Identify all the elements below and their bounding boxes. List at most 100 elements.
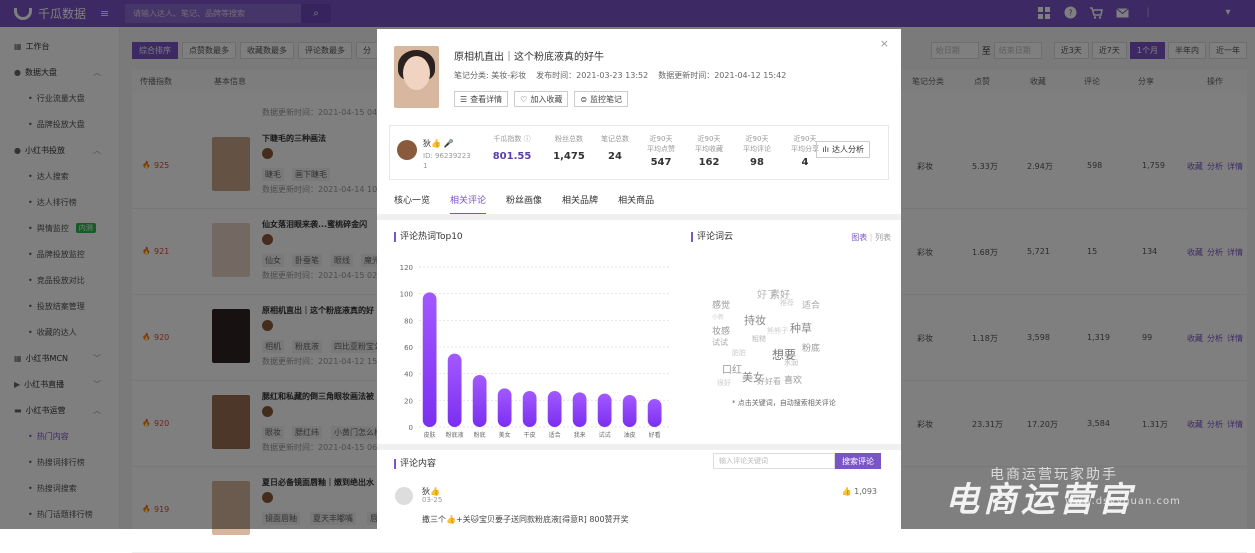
stat-label: 近90天 平均点赞 xyxy=(640,134,682,154)
y-tick-label: 80 xyxy=(404,317,413,325)
cloud-word[interactable]: 粗糙 xyxy=(752,334,766,344)
stat-value: 4 xyxy=(784,158,826,168)
cloud-word[interactable]: 小新 xyxy=(712,312,724,321)
detail-tab[interactable]: 相关评论 xyxy=(450,193,486,215)
bar[interactable] xyxy=(623,395,637,427)
author-stat: 笔记总数24 xyxy=(594,134,636,162)
cloud-word[interactable]: 好好看 xyxy=(757,376,781,387)
x-tick-label: 好看 xyxy=(649,431,661,439)
comment-date: 03-25 xyxy=(422,496,442,504)
cloud-word[interactable]: 粉底 xyxy=(802,341,820,354)
search-comments-button[interactable]: 搜索评论 xyxy=(835,453,881,469)
stat-value: 547 xyxy=(640,158,682,168)
note-detail-modal: × 原相机直出｜这个粉底液真的好牛 笔记分类: 美妆-彩妆 发布时间：2021-… xyxy=(377,29,901,529)
bar[interactable] xyxy=(548,391,562,427)
author-stat: 近90天 平均点赞 547 xyxy=(640,134,682,168)
bar[interactable] xyxy=(523,391,537,427)
cloud-word[interactable]: 感觉 xyxy=(712,298,730,311)
bar[interactable] xyxy=(473,375,487,427)
stat-label: 千瓜指数 ⓘ xyxy=(491,134,533,144)
note-updated: 数据更新时间：2021-04-12 15:42 xyxy=(658,70,786,81)
monitor-note-button[interactable]: ⊜监控笔记 xyxy=(574,91,628,107)
comments-title: 评论内容 xyxy=(394,459,436,469)
stat-value: 1,475 xyxy=(548,152,590,162)
cloud-word[interactable]: 持妆 xyxy=(744,312,766,328)
cloud-word[interactable]: 喜欢 xyxy=(784,373,802,386)
cloud-word[interactable]: 水润 xyxy=(784,358,798,368)
cloud-tab-divider: | xyxy=(870,233,873,242)
view-detail-button[interactable]: ☰查看详情 xyxy=(454,91,508,107)
bar[interactable] xyxy=(498,388,512,427)
section-divider xyxy=(377,214,901,220)
chart-view-tab[interactable]: 图表 xyxy=(851,233,867,242)
bar[interactable] xyxy=(598,394,612,427)
bar[interactable] xyxy=(573,392,587,427)
comment-search-input[interactable]: 输入评论关键词 xyxy=(713,453,835,469)
cloud-word[interactable]: 适合 xyxy=(802,298,820,311)
note-cover xyxy=(394,46,439,108)
x-tick-label: 适合 xyxy=(549,431,561,439)
bar[interactable] xyxy=(448,354,462,427)
watermark-subtitle: 电商运营玩家助手 xyxy=(990,464,1118,484)
author-avatar[interactable] xyxy=(397,140,417,160)
author-id: ID: 96239223 1 xyxy=(423,151,473,171)
stat-value: 98 xyxy=(736,158,778,168)
author-analysis-label: 达人分析 xyxy=(832,144,864,155)
note-published: 发布时间：2021-03-23 13:52 xyxy=(536,70,648,81)
detail-tab[interactable]: 相关商品 xyxy=(618,193,654,215)
author-analysis-button[interactable]: ılı达人分析 xyxy=(816,141,870,158)
x-tick-label: 试试 xyxy=(599,431,611,439)
note-actions: ☰查看详情 ♡加入收藏 ⊜监控笔记 xyxy=(454,91,628,107)
author-stat: 近90天 平均评论 98 xyxy=(736,134,778,168)
x-tick-label: 皮肤 xyxy=(424,431,436,439)
heart-icon: ♡ xyxy=(520,95,527,104)
author-name[interactable]: 狄👍 🎤 xyxy=(423,138,453,149)
comment-likes: 👍 1,093 xyxy=(842,487,877,496)
cloud-word[interactable]: 试试 xyxy=(712,337,728,348)
cloud-word[interactable]: 很好 xyxy=(717,378,731,388)
close-icon[interactable]: × xyxy=(880,37,889,50)
cloud-word[interactable]: 熊熊子 xyxy=(767,326,788,336)
y-tick-label: 40 xyxy=(404,371,413,379)
cloud-word[interactable]: 口红 xyxy=(722,361,742,376)
x-tick-label: 美女 xyxy=(499,431,511,439)
x-tick-label: 粉底 xyxy=(474,431,486,439)
cloud-word[interactable]: 脏脏 xyxy=(732,348,746,358)
bar-chart-icon: ılı xyxy=(822,145,829,154)
detail-tab[interactable]: 粉丝画像 xyxy=(506,193,542,215)
bar[interactable] xyxy=(648,399,662,427)
add-favorite-button[interactable]: ♡加入收藏 xyxy=(514,91,568,107)
stat-value: 24 xyxy=(594,152,636,162)
cloud-word[interactable]: 推荐 xyxy=(780,298,794,308)
commenter-avatar xyxy=(395,487,413,505)
word-cloud: 好了素好感觉适合推荐小新持妆妆感种草试试想要粉底脏脏口红美女好好看喜欢很好水润熊… xyxy=(712,286,862,386)
author-stat: 近90天 平均收藏162 xyxy=(688,134,730,168)
note-category: 笔记分类: 美妆-彩妆 xyxy=(454,70,526,81)
cloud-word[interactable]: 妆感 xyxy=(712,324,730,337)
author-stats: 狄👍 🎤 ID: 96239223 1 千瓜指数 ⓘ801.55粉丝总数1,47… xyxy=(389,125,889,180)
detail-tab[interactable]: 核心一览 xyxy=(394,193,430,215)
note-meta: 笔记分类: 美妆-彩妆 发布时间：2021-03-23 13:52 数据更新时间… xyxy=(454,70,786,81)
comment-text: 撒三个👍+关🐱宝贝要子送同款粉底液[得意R] 800赞开奖 xyxy=(422,514,629,525)
detail-tab[interactable]: 相关品牌 xyxy=(562,193,598,215)
watermark-url: www.dsyyguan.com xyxy=(1065,496,1181,507)
y-tick-label: 100 xyxy=(400,291,413,299)
x-tick-label: 粉底液 xyxy=(446,431,464,439)
x-tick-label: 我来 xyxy=(574,431,586,439)
section-divider-2 xyxy=(377,444,901,450)
bar[interactable] xyxy=(423,292,437,427)
hot-words-title: 评论热词Top10 xyxy=(394,232,463,242)
y-tick-label: 20 xyxy=(404,397,413,405)
stat-label: 粉丝总数 xyxy=(548,134,590,144)
list-view-tab[interactable]: 列表 xyxy=(875,233,891,242)
word-cloud-title: 评论词云 xyxy=(691,232,733,242)
monitor-note-label: 监控笔记 xyxy=(590,94,622,105)
y-tick-label: 60 xyxy=(404,344,413,352)
watermark: 电商运营玩家助手 电商运营官 www.dsyyguan.com xyxy=(895,444,1255,529)
cloud-word[interactable]: 种草 xyxy=(790,320,812,336)
y-tick-label: 0 xyxy=(409,424,413,432)
view-detail-label: 查看详情 xyxy=(470,94,502,105)
list-icon: ☰ xyxy=(460,95,467,104)
stat-label: 近90天 平均评论 xyxy=(736,134,778,154)
detail-tabs: 核心一览相关评论粉丝画像相关品牌相关商品 xyxy=(394,193,654,215)
